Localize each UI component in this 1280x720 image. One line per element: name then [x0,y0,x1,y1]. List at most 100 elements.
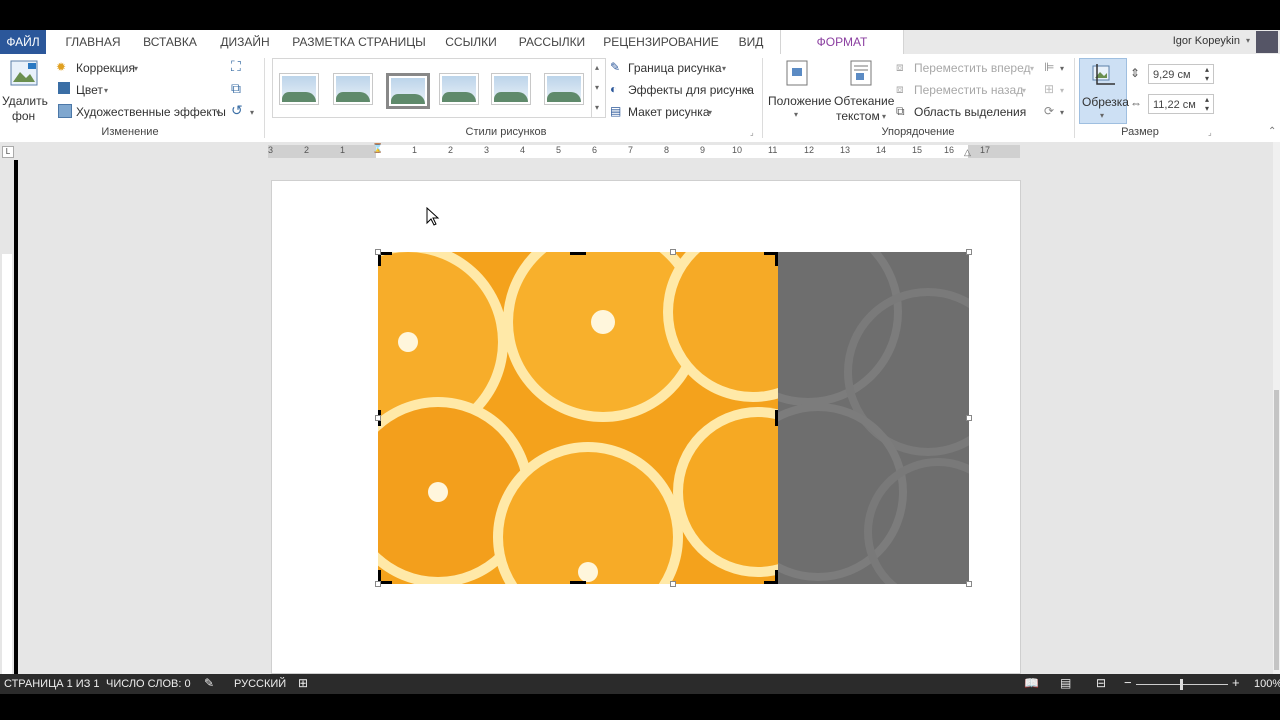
dialog-launcher-icon[interactable]: ⌟ [750,128,754,137]
read-mode-icon[interactable]: 📖 [1024,676,1039,690]
macro-icon[interactable]: ⊞ [298,676,308,690]
chevron-down-icon[interactable]: ▾ [1246,36,1250,45]
picture-effects-label: Эффекты для рисунка [628,83,754,97]
picture-style-6[interactable] [544,73,584,105]
position-button[interactable]: Положение ▾ [766,58,831,124]
zoom-out-icon[interactable]: − [1124,675,1132,690]
word-count[interactable]: ЧИСЛО СЛОВ: 0 [106,678,191,690]
chevron-down-icon[interactable]: ▾ [595,83,599,92]
crop-handle-right[interactable] [775,410,778,426]
width-field[interactable]: 11,22 см ▴ ▾ [1148,94,1214,114]
crop-button[interactable]: Обрезка ▾ [1079,58,1129,124]
chevron-down-icon[interactable]: ▾ [250,108,254,117]
bring-forward-label: Переместить вперед [914,61,1031,75]
resize-handle[interactable] [966,249,972,255]
resize-handle[interactable] [966,415,972,421]
cropped-out-area[interactable] [714,218,1012,606]
sun-icon: ✹ [56,60,67,74]
tab-selector[interactable]: L [2,146,14,158]
ruler-number: 5 [556,145,562,155]
crop-handle-top[interactable] [570,252,586,255]
height-field[interactable]: 9,29 см ▴ ▾ [1148,64,1214,84]
crop-label: Обрезка [1082,95,1129,109]
ruler-number: 3 [484,145,490,155]
zoom-in-icon[interactable]: + [1232,675,1240,690]
tab-design[interactable]: ДИЗАЙН [214,30,276,54]
resize-handle[interactable] [375,581,381,587]
ruler-number: 1 [340,145,346,155]
dialog-launcher-icon[interactable]: ⌟ [1208,128,1212,137]
chevron-down-icon[interactable]: ▾ [1060,108,1064,117]
spin-down-icon[interactable]: ▾ [1205,69,1209,89]
chevron-down-icon: ▾ [1030,64,1035,73]
resize-handle[interactable] [375,249,381,255]
change-picture-icon[interactable]: ⧉ [231,80,241,97]
send-backward-icon: ⧈ [896,82,904,96]
picture-style-4[interactable] [439,73,479,105]
picture-style-3[interactable] [386,73,430,109]
resize-handle[interactable] [670,249,676,255]
vertical-scrollbar[interactable] [1273,142,1280,674]
tab-references[interactable]: ССЫЛКИ [440,30,502,54]
zoom-slider-thumb[interactable] [1180,679,1183,690]
avatar[interactable] [1256,31,1278,53]
tab-mailings[interactable]: РАССЫЛКИ [514,30,590,54]
reset-picture-icon[interactable]: ↺ [231,102,243,119]
chevron-down-icon: ▾ [1100,111,1105,120]
spin-down-icon[interactable]: ▾ [1205,99,1209,119]
cropped-picture[interactable] [378,252,778,584]
tab-file[interactable]: ФАЙЛ [0,30,46,54]
zoom-level[interactable]: 100% [1254,678,1280,690]
tab-format[interactable]: ФОРМАТ [780,30,904,54]
align-icon[interactable]: ⊫ [1044,60,1054,74]
rotate-icon[interactable]: ⟳ [1044,104,1054,118]
picture-style-1[interactable] [279,73,319,105]
crop-handle-bottom-right[interactable] [775,570,778,584]
print-layout-icon[interactable]: ▤ [1060,676,1071,690]
web-layout-icon[interactable]: ⊟ [1096,676,1106,690]
compress-pictures-icon[interactable]: ⛶ [231,58,241,75]
tab-layout[interactable]: РАЗМЕТКА СТРАНИЦЫ [290,30,428,54]
group-icon[interactable]: ⊞ [1044,82,1054,96]
wrap-text-button[interactable]: Обтекание текстом ▾ [832,58,894,124]
user-name[interactable]: Igor Kopeykin [1173,35,1240,47]
resize-handle[interactable] [375,415,381,421]
remove-background-button[interactable]: Удалить фон [0,54,48,124]
picture-style-2[interactable] [333,73,373,105]
crop-handle-top-right[interactable] [775,252,778,266]
page-count[interactable]: СТРАНИЦА 1 ИЗ 1 [4,678,100,690]
ribbon: Удалить фон ✹ Коррекция ▾ Цвет ▾ Художес… [0,54,1280,143]
ruler-number: 2 [448,145,454,155]
right-indent-marker-icon[interactable]: △ [964,147,971,158]
proofing-icon[interactable]: ✎ [204,676,214,690]
selection-pane-label: Область выделения [914,105,1027,119]
horizontal-ruler[interactable]: 3 2 1 1 2 3 4 5 6 7 8 9 10 11 12 13 14 1… [268,143,1020,158]
tab-view[interactable]: ВИД [730,30,772,54]
ruler-margin-left [268,145,376,158]
language-indicator[interactable]: РУССКИЙ [234,678,286,690]
account-area[interactable]: Igor Kopeykin ▾ [904,30,1280,54]
picture-styles-gallery[interactable]: ▴ ▾ ▾ [272,58,606,118]
chevron-up-icon[interactable]: ▴ [595,63,599,72]
picture-selected[interactable] [375,218,1012,606]
zoom-slider[interactable] [1136,679,1228,690]
ruler-number: 16 [944,145,955,155]
chevron-down-icon[interactable]: ▾ [1060,86,1064,95]
scrollbar-thumb[interactable] [1274,390,1279,670]
vertical-ruler-text-area [2,254,12,674]
collapse-ribbon-icon[interactable]: ⌃ [1268,126,1276,137]
tab-home[interactable]: ГЛАВНАЯ [56,30,130,54]
resize-handle[interactable] [670,581,676,587]
indent-marker-icon[interactable]: ⌛ [372,143,383,154]
tab-review[interactable]: РЕЦЕНЗИРОВАНИЕ [602,30,720,54]
crop-handle-bottom[interactable] [570,581,586,584]
more-icon[interactable]: ▾ [595,103,599,112]
resize-handle[interactable] [966,581,972,587]
chevron-down-icon[interactable]: ▾ [1060,64,1064,73]
tab-insert[interactable]: ВСТАВКА [138,30,202,54]
gallery-scroll[interactable]: ▴ ▾ ▾ [591,59,605,117]
picture-style-5[interactable] [491,73,531,105]
ruler-number: 9 [700,145,706,155]
ruler-number: 3 [268,145,274,155]
divider [264,58,265,138]
